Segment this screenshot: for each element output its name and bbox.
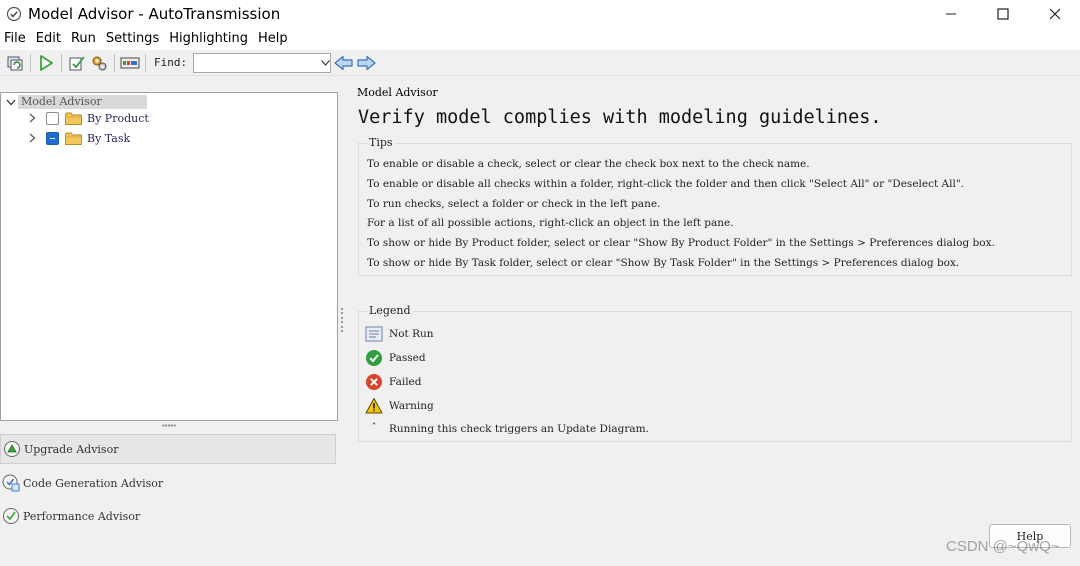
tree-item-label: By Product xyxy=(87,111,149,125)
tip-line: To enable or disable a check, select or … xyxy=(367,158,810,170)
warning-icon xyxy=(365,398,383,414)
pane-label: Model Advisor xyxy=(357,86,438,99)
find-combobox[interactable] xyxy=(176,52,332,73)
settings-button[interactable] xyxy=(88,52,110,74)
find-next-button[interactable] xyxy=(355,52,377,74)
select-checks-icon xyxy=(69,55,85,70)
menu-bar: File Edit Run Settings Highlighting Help xyxy=(0,28,1080,50)
checkbox-by-task[interactable] xyxy=(46,131,59,145)
refresh-button[interactable] xyxy=(4,52,26,74)
tips-title: Tips xyxy=(367,136,395,149)
tip-line: To show or hide By Product folder, selec… xyxy=(367,237,995,249)
tip-line: For a list of all possible actions, righ… xyxy=(367,217,734,229)
folder-icon xyxy=(65,132,82,145)
tip-line: To run checks, select a folder or check … xyxy=(367,198,661,210)
legend-item-update-diagram: ˆ Running this check triggers an Update … xyxy=(365,420,649,438)
expand-toggle[interactable] xyxy=(25,131,39,145)
run-icon xyxy=(40,54,53,71)
maximize-button[interactable] xyxy=(978,0,1028,28)
legend-item-not-run: Not Run xyxy=(365,325,434,343)
toolbar-separator xyxy=(114,53,115,72)
details-pane: Model Advisor Verify model complies with… xyxy=(345,76,1080,566)
report-icon xyxy=(120,57,140,68)
legend-title: Legend xyxy=(367,304,413,317)
advisor-label: Performance Advisor xyxy=(23,509,141,523)
window-title: Model Advisor - AutoTransmission xyxy=(28,5,281,23)
horizontal-splitter[interactable]: ▪▪▪▪▪ xyxy=(0,421,338,431)
passed-icon xyxy=(366,350,382,366)
tip-line: To show or hide By Task folder, select o… xyxy=(367,257,960,269)
code-generation-advisor-icon xyxy=(2,474,20,492)
refresh-icon xyxy=(7,56,23,70)
performance-advisor-item[interactable]: Performance Advisor xyxy=(0,501,336,531)
tip-line: To enable or disable all checks within a… xyxy=(367,178,965,190)
close-button[interactable] xyxy=(1030,0,1080,28)
tree-item-by-product[interactable]: By Product xyxy=(25,109,149,127)
title-bar: Model Advisor - AutoTransmission xyxy=(0,0,1080,28)
menu-run[interactable]: Run xyxy=(66,28,101,50)
settings-gear-icon xyxy=(92,56,107,70)
legend-item-failed: Failed xyxy=(365,373,421,391)
legend-item-passed: Passed xyxy=(365,349,426,367)
tree-item-by-task[interactable]: By Task xyxy=(25,129,130,147)
toolbar-separator xyxy=(61,53,62,72)
legend-group: Legend Not Run Passed Failed Warning ˆ R… xyxy=(358,304,1072,442)
failed-icon xyxy=(366,374,382,390)
expand-toggle[interactable] xyxy=(4,95,18,109)
tree-item-label: By Task xyxy=(87,131,131,145)
run-button[interactable] xyxy=(35,52,57,74)
forward-arrow-icon xyxy=(357,55,376,70)
menu-highlighting[interactable]: Highlighting xyxy=(164,28,253,50)
folder-icon xyxy=(65,112,82,125)
expand-toggle[interactable] xyxy=(25,111,39,125)
advisor-label: Upgrade Advisor xyxy=(24,442,119,456)
find-dropdown-button[interactable] xyxy=(321,54,331,72)
legend-label: Warning xyxy=(389,400,434,412)
menu-settings[interactable]: Settings xyxy=(101,28,164,50)
minimize-button[interactable] xyxy=(926,0,976,28)
check-tree-pane[interactable]: Model Advisor By Product By Task xyxy=(0,92,338,421)
close-icon xyxy=(1049,8,1061,20)
report-button[interactable] xyxy=(119,52,141,74)
asterisk-marker: ˆ xyxy=(371,423,377,434)
not-run-icon xyxy=(365,326,383,342)
chevron-down-icon xyxy=(321,59,331,66)
page-title: Verify model complies with modeling guid… xyxy=(358,107,882,128)
advisor-label: Code Generation Advisor xyxy=(23,476,164,490)
legend-label: Running this check triggers an Update Di… xyxy=(389,423,649,435)
back-arrow-icon xyxy=(334,55,353,70)
legend-item-warning: Warning xyxy=(365,397,434,415)
chevron-right-icon xyxy=(29,133,35,143)
upgrade-advisor-icon xyxy=(4,441,20,457)
legend-label: Failed xyxy=(389,376,422,388)
select-checks-button[interactable] xyxy=(66,52,88,74)
find-previous-button[interactable] xyxy=(333,52,355,74)
model-advisor-app-icon xyxy=(6,6,22,22)
toolbar-separator xyxy=(145,53,146,72)
upgrade-advisor-item[interactable]: Upgrade Advisor xyxy=(0,434,336,464)
minimize-icon xyxy=(946,13,956,15)
chevron-down-icon xyxy=(6,99,16,105)
watermark: CSDN @~QwQ~ xyxy=(946,538,1060,555)
maximize-icon xyxy=(997,8,1009,20)
checkbox-by-product[interactable] xyxy=(46,111,59,125)
legend-label: Not Run xyxy=(389,328,434,340)
menu-help[interactable]: Help xyxy=(253,28,293,50)
menu-edit[interactable]: Edit xyxy=(31,28,66,50)
toolbar-separator xyxy=(30,53,31,72)
tree-root-label[interactable]: Model Advisor xyxy=(18,95,147,109)
code-generation-advisor-item[interactable]: Code Generation Advisor xyxy=(0,468,336,498)
find-input[interactable] xyxy=(176,54,322,71)
toolbar: Find: xyxy=(0,50,1080,76)
performance-advisor-icon xyxy=(3,508,19,524)
chevron-right-icon xyxy=(29,113,35,123)
legend-label: Passed xyxy=(389,352,426,364)
menu-file[interactable]: File xyxy=(0,28,31,50)
tips-group: Tips To enable or disable a check, selec… xyxy=(358,136,1072,276)
